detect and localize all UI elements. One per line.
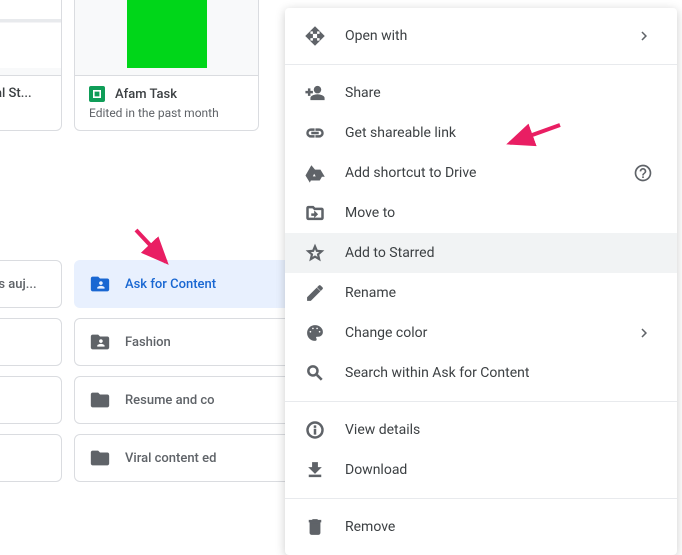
folder-shared-icon: [89, 273, 111, 295]
menu-divider: [285, 498, 677, 499]
menu-label: Download: [345, 462, 407, 478]
file-card[interactable]: Afam Task Edited in the past month: [74, 0, 259, 131]
file-name: Afam Task: [115, 87, 177, 102]
palette-icon: [305, 323, 325, 343]
menu-label: Share: [345, 85, 381, 101]
menu-search-within[interactable]: Search within Ask for Content: [285, 353, 677, 393]
menu-get-link[interactable]: Get shareable link: [285, 113, 677, 153]
download-icon: [305, 460, 325, 480]
menu-move-to[interactable]: Move to: [285, 193, 677, 233]
trash-icon: [305, 517, 325, 537]
menu-label: Rename: [345, 285, 396, 301]
folder-card[interactable]: is auj...: [0, 260, 62, 308]
file-card[interactable]: al St...: [0, 0, 62, 131]
file-subtitle: Edited in the past month: [89, 106, 244, 120]
folder-name: Resume and co: [125, 393, 215, 408]
menu-label: View details: [345, 422, 420, 438]
menu-label: Add to Starred: [345, 245, 434, 261]
folder-name: Viral content ed: [125, 451, 216, 466]
menu-share[interactable]: Share: [285, 73, 677, 113]
star-icon: [305, 243, 325, 263]
open-with-icon: [305, 26, 325, 46]
move-icon: [305, 203, 325, 223]
menu-add-shortcut[interactable]: Add shortcut to Drive: [285, 153, 677, 193]
folder-icon: [89, 447, 111, 469]
rename-icon: [305, 283, 325, 303]
drive-icon: [305, 163, 325, 183]
menu-divider: [285, 401, 677, 402]
folder-name: Ask for Content: [125, 277, 216, 292]
search-icon: [305, 363, 325, 383]
sheets-icon: [89, 86, 105, 102]
menu-label: Search within Ask for Content: [345, 365, 529, 381]
share-icon: [305, 83, 325, 103]
info-icon: [305, 420, 325, 440]
folder-name: Fashion: [125, 335, 171, 350]
file-thumbnail: [0, 0, 61, 76]
context-menu: Open with Share Get shareable link Add s…: [285, 8, 677, 555]
folder-icon: [89, 389, 111, 411]
file-thumbnail: [75, 0, 258, 76]
menu-label: Change color: [345, 325, 427, 341]
menu-label: Add shortcut to Drive: [345, 165, 476, 181]
menu-view-details[interactable]: View details: [285, 410, 677, 450]
chevron-right-icon: [635, 324, 653, 342]
file-name: al St...: [0, 86, 32, 101]
menu-label: Open with: [345, 28, 407, 44]
help-icon[interactable]: [633, 163, 653, 183]
menu-label: Move to: [345, 205, 395, 221]
folder-shared-icon: [89, 331, 111, 353]
menu-change-color[interactable]: Change color: [285, 313, 677, 353]
menu-rename[interactable]: Rename: [285, 273, 677, 313]
folder-card[interactable]: [0, 376, 62, 424]
menu-open-with[interactable]: Open with: [285, 16, 677, 56]
menu-add-starred[interactable]: Add to Starred: [285, 233, 677, 273]
chevron-right-icon: [635, 27, 653, 45]
menu-label: Remove: [345, 519, 395, 535]
folder-name: is auj...: [0, 277, 37, 292]
menu-download[interactable]: Download: [285, 450, 677, 490]
link-icon: [305, 123, 325, 143]
menu-label: Get shareable link: [345, 125, 456, 141]
folder-card[interactable]: [0, 318, 62, 366]
menu-remove[interactable]: Remove: [285, 507, 677, 547]
menu-divider: [285, 64, 677, 65]
folder-card[interactable]: [0, 434, 62, 482]
